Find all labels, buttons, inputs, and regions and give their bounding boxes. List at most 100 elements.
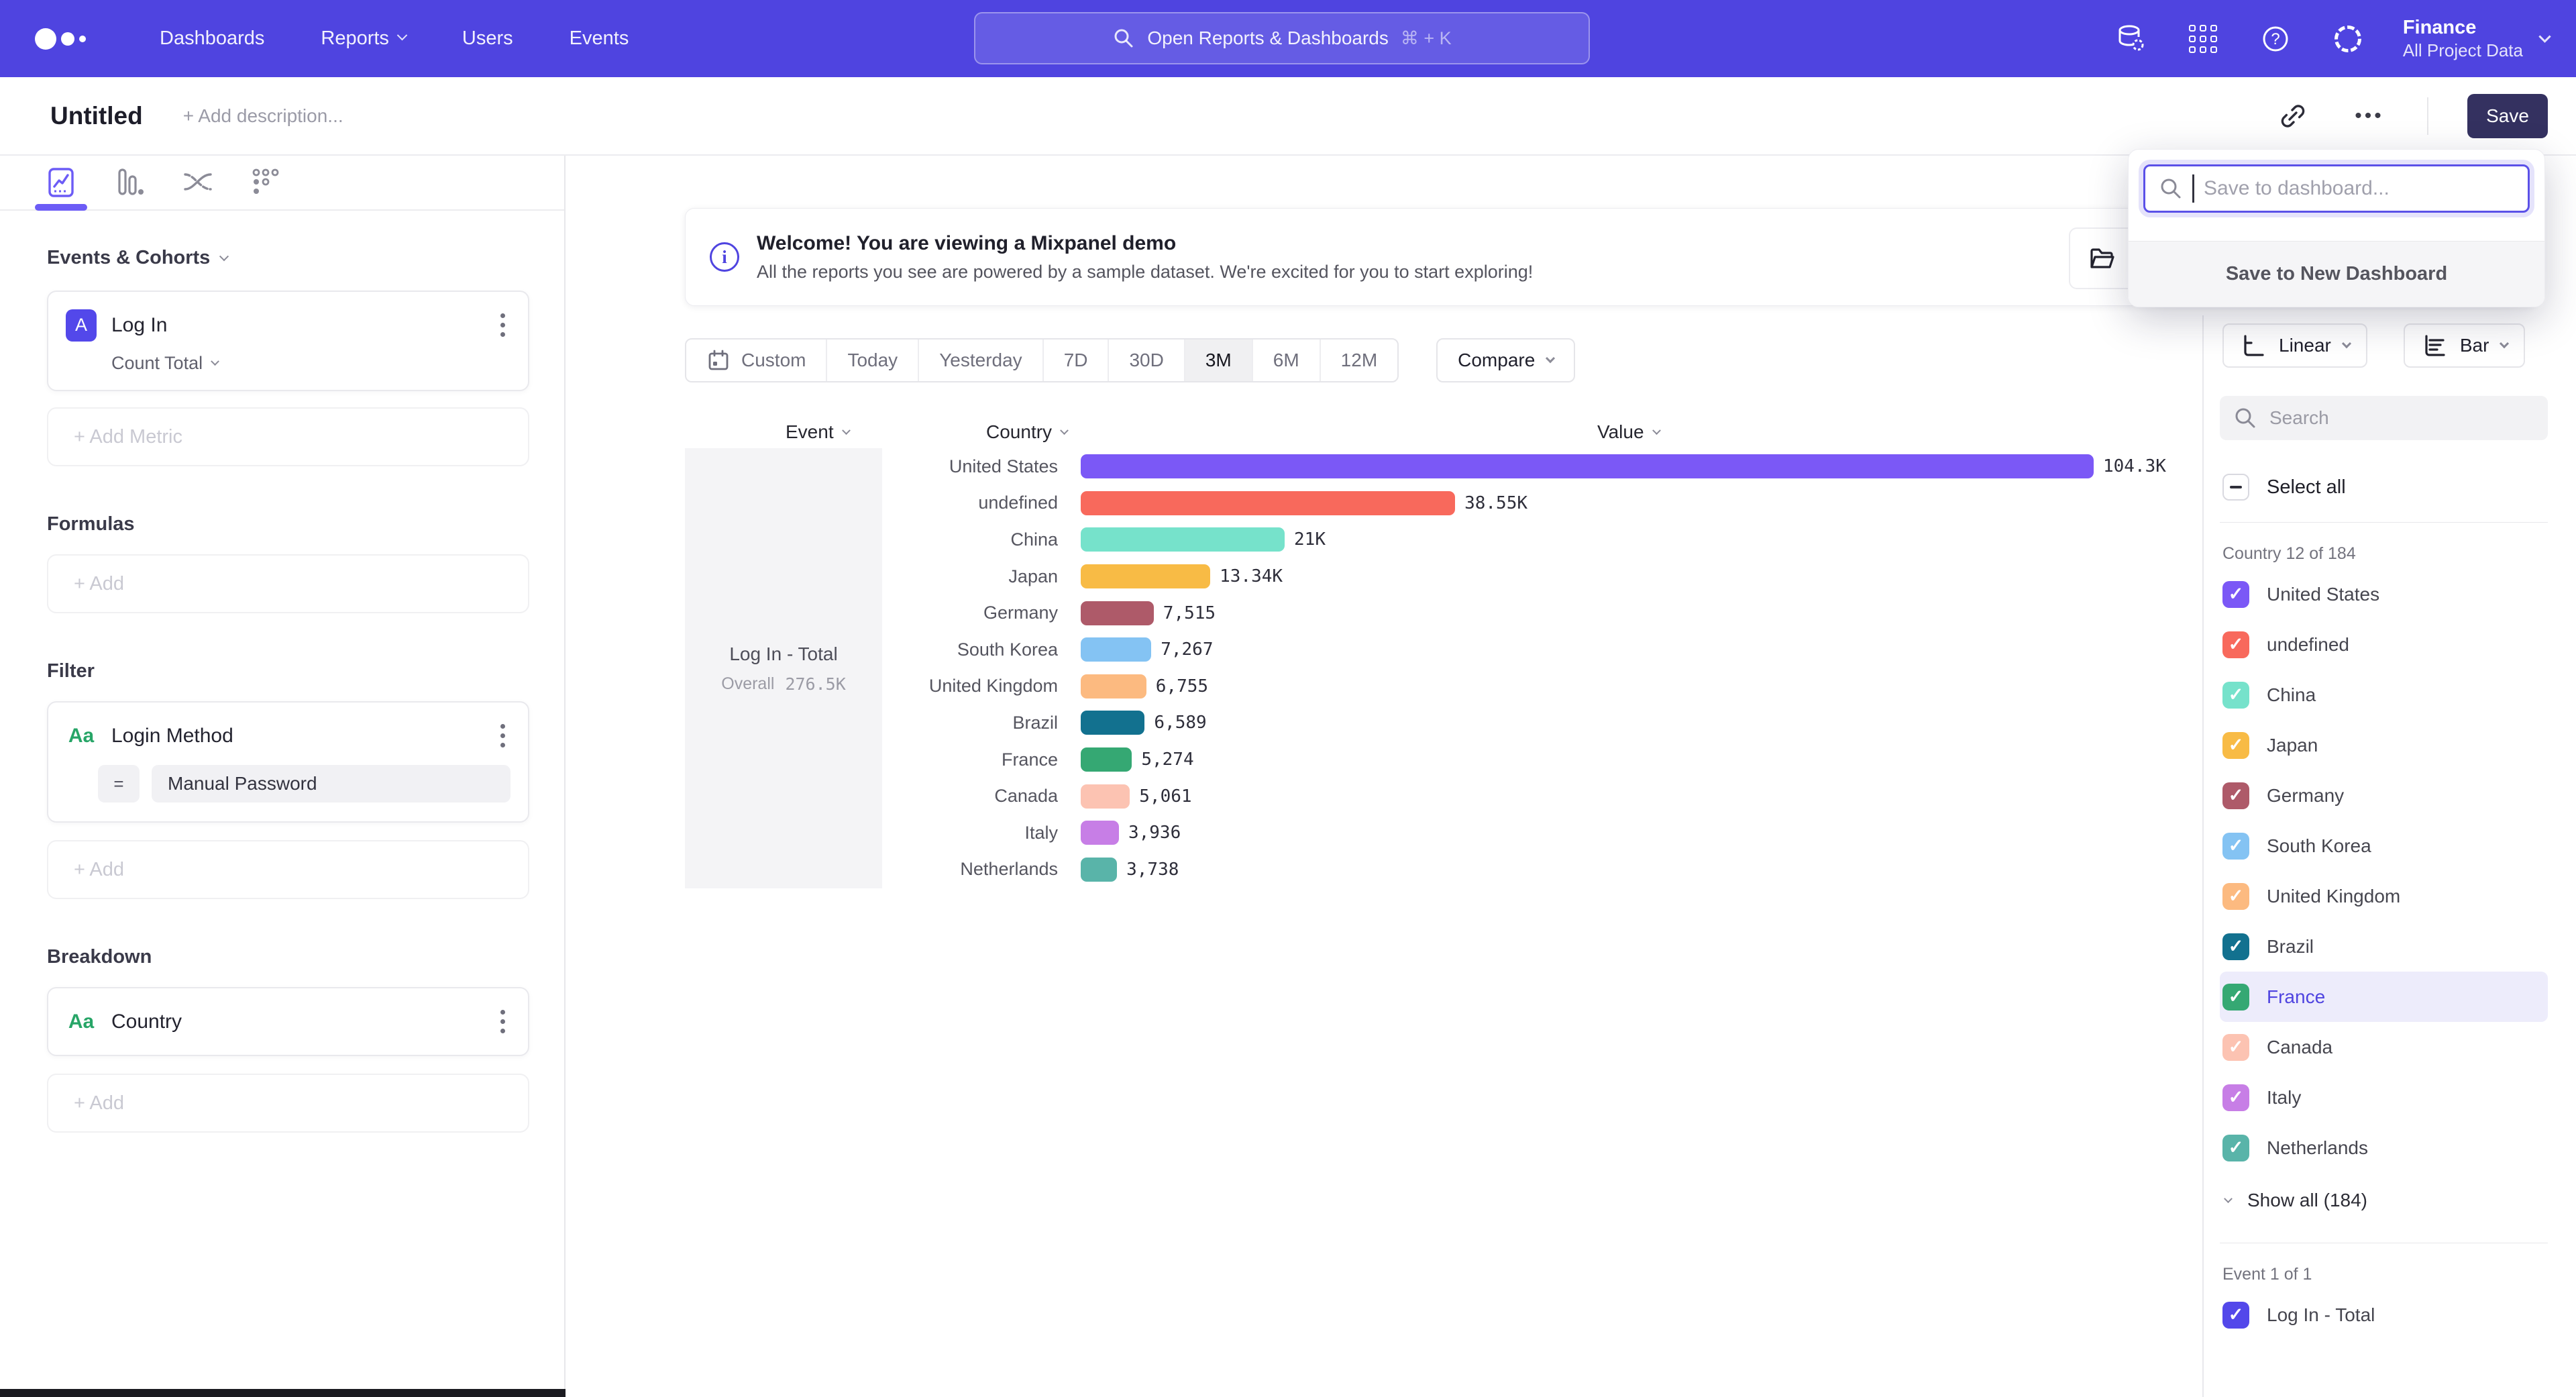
add-breakdown-button[interactable]: + Add (47, 1074, 529, 1133)
country-checkbox[interactable] (2222, 883, 2249, 910)
nav-item-events[interactable]: Events (570, 28, 629, 50)
country-checkbox[interactable] (2222, 984, 2249, 1011)
country-filter-row-south-korea[interactable]: South Korea (2220, 821, 2548, 871)
country-checkbox[interactable] (2222, 1084, 2249, 1111)
filter-kebab-menu-icon[interactable] (495, 719, 511, 753)
more-options-icon[interactable]: ••• (2351, 97, 2388, 135)
metric-card[interactable]: A Log In Count Total (47, 291, 529, 391)
range-12m[interactable]: 12M (1321, 340, 1397, 381)
country-checkbox[interactable] (2222, 1034, 2249, 1061)
segment-search-input[interactable]: Search (2220, 396, 2548, 440)
bar-row-brazil: Brazil6,589 (882, 705, 2202, 741)
apps-grid-icon[interactable] (2186, 21, 2220, 56)
range-7d[interactable]: 7D (1044, 340, 1110, 381)
range-30d[interactable]: 30D (1109, 340, 1185, 381)
bar-canada[interactable] (1081, 784, 1130, 809)
help-icon[interactable]: ? (2258, 21, 2293, 56)
country-checkbox[interactable] (2222, 933, 2249, 960)
country-filter-row-united-kingdom[interactable]: United Kingdom (2220, 871, 2548, 921)
project-switcher[interactable]: Finance All Project Data (2403, 15, 2549, 62)
country-filter-row-united-states[interactable]: United States (2220, 569, 2548, 619)
breakdown-property-name[interactable]: Country (111, 1011, 182, 1033)
add-filter-button[interactable]: + Add (47, 840, 529, 899)
tab-insights[interactable] (42, 163, 80, 202)
range-custom[interactable]: Custom (686, 340, 827, 381)
bar-netherlands[interactable] (1081, 858, 1117, 882)
country-checkbox[interactable] (2222, 782, 2249, 809)
chart-scale-dropdown[interactable]: Linear (2222, 323, 2367, 368)
add-description[interactable]: + Add description... (183, 105, 343, 127)
range-yesterday[interactable]: Yesterday (919, 340, 1044, 381)
add-metric-button[interactable]: + Add Metric (47, 407, 529, 466)
nav-item-dashboards[interactable]: Dashboards (160, 28, 264, 50)
chevron-down-icon (397, 30, 408, 41)
tab-flows[interactable] (178, 163, 217, 202)
filter-operator-chip[interactable]: = (98, 765, 140, 803)
data-management-icon[interactable] (2113, 21, 2148, 56)
range-3m[interactable]: 3M (1185, 340, 1253, 381)
metric-kebab-menu-icon[interactable] (495, 308, 511, 342)
select-all-row[interactable]: Select all (2220, 474, 2548, 501)
metric-aggregation-dropdown[interactable]: Count Total (111, 353, 511, 374)
settings-gear-icon[interactable] (2330, 21, 2365, 56)
bar-italy[interactable] (1081, 821, 1119, 845)
country-filter-row-undefined[interactable]: undefined (2220, 619, 2548, 670)
country-filter-row-canada[interactable]: Canada (2220, 1022, 2548, 1072)
events-cohorts-section-label[interactable]: Events & Cohorts (47, 247, 529, 269)
bar-united-kingdom[interactable] (1081, 674, 1146, 698)
bar-japan[interactable] (1081, 564, 1210, 588)
range-today[interactable]: Today (827, 340, 919, 381)
country-filter-row-brazil[interactable]: Brazil (2220, 921, 2548, 972)
country-checkbox[interactable] (2222, 581, 2249, 608)
bar-germany[interactable] (1081, 601, 1154, 625)
mixpanel-logo[interactable] (35, 28, 86, 50)
chart-type-dropdown[interactable]: Bar (2404, 323, 2526, 368)
copy-link-icon[interactable] (2274, 97, 2312, 135)
select-all-checkbox[interactable] (2222, 474, 2249, 501)
save-to-new-dashboard-button[interactable]: Save to New Dashboard (2129, 241, 2544, 307)
bar-undefined[interactable] (1081, 491, 1455, 515)
bar-south-korea[interactable] (1081, 637, 1151, 662)
country-filter-row-italy[interactable]: Italy (2220, 1072, 2548, 1123)
bar-france[interactable] (1081, 747, 1132, 772)
country-checkbox[interactable] (2222, 833, 2249, 860)
country-checkbox[interactable] (2222, 682, 2249, 709)
tab-retention[interactable] (247, 163, 286, 202)
country-label: South Korea (2267, 835, 2371, 857)
filter-card[interactable]: Aa Login Method = Manual Password (47, 701, 529, 823)
country-filter-row-china[interactable]: China (2220, 670, 2548, 720)
show-all-button[interactable]: Show all (184) (2220, 1180, 2548, 1221)
save-button[interactable]: Save (2467, 94, 2548, 138)
event-checkbox[interactable] (2222, 1302, 2249, 1329)
filter-value-chip[interactable]: Manual Password (152, 765, 511, 803)
bar-brazil[interactable] (1081, 711, 1144, 735)
column-header-value[interactable]: Value (1597, 421, 1660, 443)
nav-item-reports[interactable]: Reports (321, 28, 406, 50)
compare-button[interactable]: Compare (1436, 338, 1575, 382)
column-header-country[interactable]: Country (986, 421, 1067, 443)
country-filter-row-netherlands[interactable]: Netherlands (2220, 1123, 2548, 1173)
breakdown-kebab-menu-icon[interactable] (495, 1004, 511, 1039)
range-6m[interactable]: 6M (1253, 340, 1321, 381)
country-filter-row-france[interactable]: France (2220, 972, 2548, 1022)
report-title[interactable]: Untitled (50, 102, 143, 130)
event-filter-row-log-in-total[interactable]: Log In - Total (2220, 1290, 2548, 1340)
save-dashboard-search-input[interactable]: Save to dashboard... (2143, 164, 2530, 213)
country-filter-row-germany[interactable]: Germany (2220, 770, 2548, 821)
metric-event-name[interactable]: Log In (111, 314, 167, 337)
bar-row-united-states: United States104.3K (882, 448, 2202, 485)
country-filter-row-japan[interactable]: Japan (2220, 720, 2548, 770)
bar-china[interactable] (1081, 527, 1285, 552)
breakdown-card[interactable]: Aa Country (47, 987, 529, 1056)
filter-property-name[interactable]: Login Method (111, 725, 233, 747)
tab-funnels[interactable] (110, 163, 149, 202)
bar-united-states[interactable] (1081, 454, 2094, 478)
nav-item-users[interactable]: Users (462, 28, 513, 50)
add-formula-button[interactable]: + Add (47, 554, 529, 613)
bar-row-canada: Canada5,061 (882, 778, 2202, 815)
country-checkbox[interactable] (2222, 732, 2249, 759)
country-checkbox[interactable] (2222, 1135, 2249, 1161)
column-header-event[interactable]: Event (786, 421, 849, 443)
global-search-bar[interactable]: Open Reports & Dashboards ⌘ + K (974, 12, 1590, 64)
country-checkbox[interactable] (2222, 631, 2249, 658)
